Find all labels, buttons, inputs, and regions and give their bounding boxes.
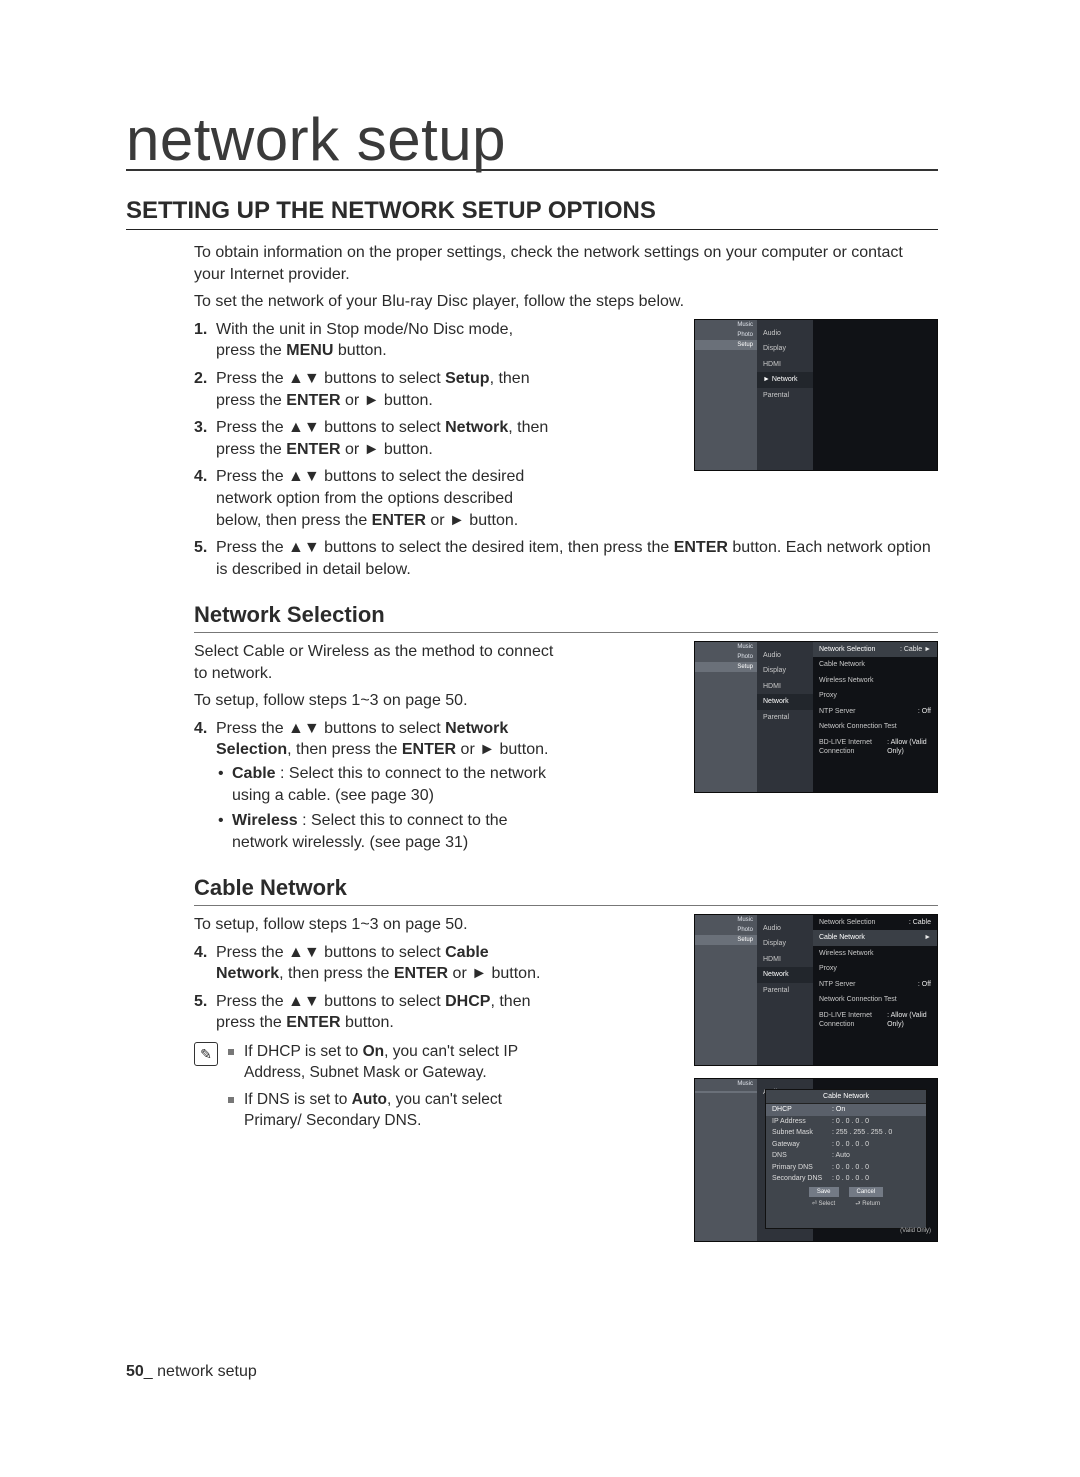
popup-save-button: Save xyxy=(809,1187,839,1197)
sub-heading-cable-network: Cable Network xyxy=(194,873,938,906)
row-network-selection: Network Selection: Cable ► xyxy=(813,642,937,657)
row-wireless-network: Wireless Network xyxy=(813,946,937,961)
row-bdlive: BD-LIVE Internet Connection: Allow (Vali… xyxy=(813,1008,937,1033)
page-number: 50 xyxy=(126,1363,144,1380)
step-text: With the unit in Stop mode/No Disc mode,… xyxy=(216,321,513,360)
step-text: Press the ▲▼ buttons to select Setup, th… xyxy=(216,370,530,409)
screenshot-network-selection: Music Photo Setup Audio Display HDMI Net… xyxy=(694,641,938,793)
sidebar-photo: Photo xyxy=(695,652,757,662)
step-text: Press the ▲▼ buttons to select Cable Net… xyxy=(216,944,540,983)
step-number: 3. xyxy=(194,417,207,439)
screenshot-cable-network-list: Music Photo Setup Audio Display HDMI Net… xyxy=(694,914,938,1066)
page-title: network setup xyxy=(126,114,938,171)
footer-label: network setup xyxy=(153,1363,257,1380)
screenshot-cable-network-popup: Music Audio Cable Network DHCP: On IP Ad… xyxy=(694,1078,938,1242)
row-bdlive: BD-LIVE Internet Connection: Allow (Vali… xyxy=(813,735,937,760)
popup-footer-return: ⮐ Return xyxy=(855,1200,880,1208)
menu-display: Display xyxy=(757,663,813,678)
menu-audio: Audio xyxy=(757,921,813,936)
bullet-wireless: Wireless : Select this to connect to the… xyxy=(216,810,556,853)
step-number: 4. xyxy=(194,718,207,740)
row-ntp-server: NTP Server: Off xyxy=(813,977,937,992)
note-dhcp-on: If DHCP is set to On, you can't select I… xyxy=(228,1042,556,1084)
intro-p2: To set the network of your Blu-ray Disc … xyxy=(194,291,938,313)
popup-row-dns: DNS: Auto xyxy=(766,1150,926,1161)
menu-hdmi: HDMI xyxy=(757,357,813,372)
note-icon: ✎ xyxy=(194,1042,218,1066)
sidebar-setup: Setup xyxy=(695,340,757,350)
sidebar-music: Music xyxy=(695,320,757,330)
bullet-cable: Cable : Select this to connect to the ne… xyxy=(216,763,556,806)
popup-footer-select: ⏎ Select xyxy=(812,1200,835,1208)
screenshot-setup-menu: Music Photo Setup Audio Display HDMI ► N… xyxy=(694,319,938,471)
step-text: Press the ▲▼ buttons to select DHCP, the… xyxy=(216,993,530,1032)
row-proxy: Proxy xyxy=(813,961,937,976)
menu-network: ► Network xyxy=(757,372,813,387)
page-footer: 50_ network setup xyxy=(126,1363,257,1381)
step-text: Press the ▲▼ buttons to select Network S… xyxy=(216,720,548,759)
row-cable-network: Cable Network► xyxy=(813,930,937,945)
popup-cancel-button: Cancel xyxy=(849,1187,884,1197)
menu-network: Network xyxy=(757,967,813,982)
menu-display: Display xyxy=(757,341,813,356)
sidebar-photo: Photo xyxy=(695,330,757,340)
row-wireless-network: Wireless Network xyxy=(813,673,937,688)
section-heading: SETTING UP THE NETWORK SETUP OPTIONS xyxy=(126,197,938,230)
sidebar-setup xyxy=(695,1091,757,1093)
sidebar-music: Music xyxy=(695,915,757,925)
menu-network: Network xyxy=(757,694,813,709)
popup-title: Cable Network xyxy=(766,1090,926,1104)
step-number: 1. xyxy=(194,319,207,341)
row-conn-test: Network Connection Test xyxy=(813,719,937,734)
popup-tag: (Valid Only) xyxy=(900,1227,931,1235)
ns-p2: To setup, follow steps 1~3 on page 50. xyxy=(194,690,556,712)
intro-p1: To obtain information on the proper sett… xyxy=(194,242,938,285)
popup-row-subnet: Subnet Mask: 255 . 255 . 255 . 0 xyxy=(766,1127,926,1138)
popup-row-pdns: Primary DNS: 0 . 0 . 0 . 0 xyxy=(766,1162,926,1173)
popup-cable-network: Cable Network DHCP: On IP Address: 0 . 0… xyxy=(765,1089,927,1229)
menu-hdmi: HDMI xyxy=(757,679,813,694)
popup-row-ip: IP Address: 0 . 0 . 0 . 0 xyxy=(766,1116,926,1127)
step-text: Press the ▲▼ buttons to select Network, … xyxy=(216,419,548,458)
sub-heading-network-selection: Network Selection xyxy=(194,600,938,633)
step-number: 5. xyxy=(194,991,207,1013)
sidebar-setup: Setup xyxy=(695,935,757,945)
row-cable-network: Cable Network xyxy=(813,657,937,672)
row-conn-test: Network Connection Test xyxy=(813,992,937,1007)
sidebar-setup: Setup xyxy=(695,662,757,672)
menu-display: Display xyxy=(757,936,813,951)
step-number: 4. xyxy=(194,466,207,488)
popup-row-sdns: Secondary DNS: 0 . 0 . 0 . 0 xyxy=(766,1173,926,1184)
row-network-selection: Network Selection: Cable xyxy=(813,915,937,930)
popup-row-dhcp: DHCP: On xyxy=(766,1104,926,1115)
ns-p1: Select Cable or Wireless as the method t… xyxy=(194,641,556,684)
sidebar-music: Music xyxy=(695,642,757,652)
step-text: Press the ▲▼ buttons to select the desir… xyxy=(216,539,931,578)
popup-row-gateway: Gateway: 0 . 0 . 0 . 0 xyxy=(766,1139,926,1150)
main-steps: 1. With the unit in Stop mode/No Disc mod… xyxy=(194,319,556,531)
row-proxy: Proxy xyxy=(813,688,937,703)
menu-hdmi: HDMI xyxy=(757,952,813,967)
step-number: 5. xyxy=(194,537,207,559)
step-text: Press the ▲▼ buttons to select the desir… xyxy=(216,468,524,528)
sidebar-photo: Photo xyxy=(695,925,757,935)
menu-parental: Parental xyxy=(757,983,813,998)
note-list: If DHCP is set to On, you can't select I… xyxy=(228,1042,556,1138)
menu-parental: Parental xyxy=(757,710,813,725)
cn-p1: To setup, follow steps 1~3 on page 50. xyxy=(194,914,556,936)
note-dns-auto: If DNS is set to Auto, you can't select … xyxy=(228,1090,556,1132)
menu-parental: Parental xyxy=(757,388,813,403)
row-ntp-server: NTP Server: Off xyxy=(813,704,937,719)
step-number: 4. xyxy=(194,942,207,964)
menu-audio: Audio xyxy=(757,648,813,663)
sidebar-music: Music xyxy=(695,1079,757,1089)
menu-audio: Audio xyxy=(757,326,813,341)
step-number: 2. xyxy=(194,368,207,390)
